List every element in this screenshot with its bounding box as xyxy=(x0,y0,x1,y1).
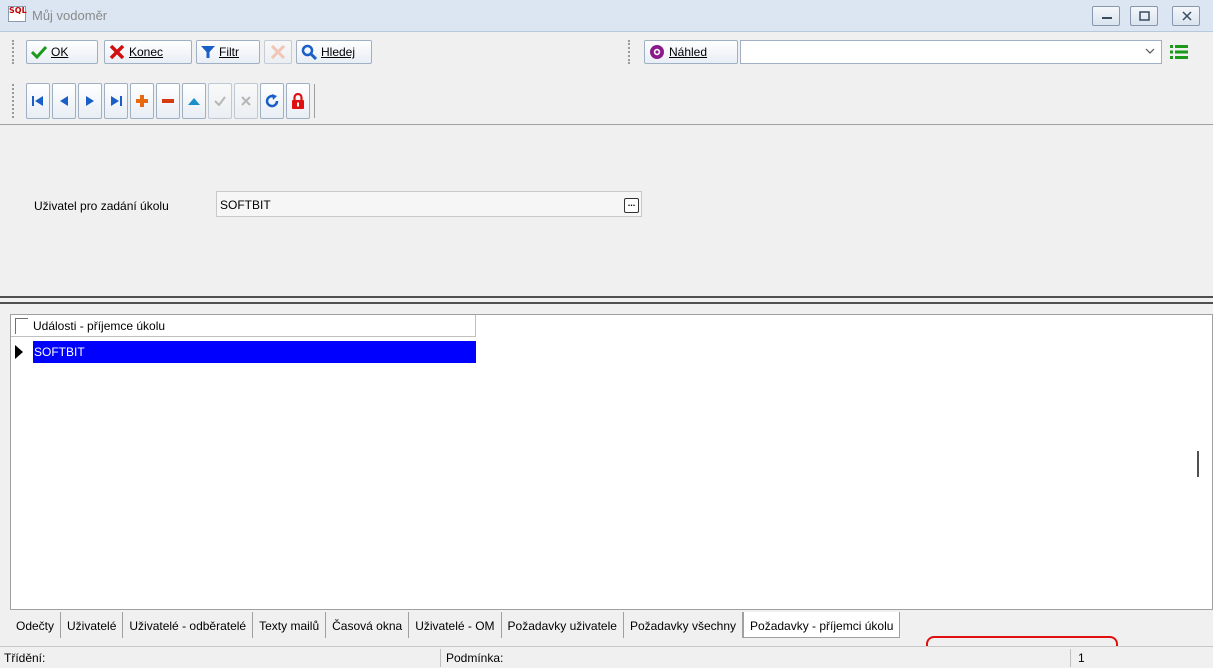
table-row[interactable]: SOFTBIT xyxy=(11,341,476,363)
chevron-down-icon xyxy=(1145,48,1155,54)
status-divider xyxy=(440,649,441,667)
minimize-icon xyxy=(1102,17,1112,19)
user-lookup-button[interactable]: ... xyxy=(624,198,639,213)
column-header-udalosti[interactable]: Události - příjemce úkolu xyxy=(33,319,165,333)
toolbar-separator xyxy=(0,124,1213,125)
filtr-button[interactable]: Filtr xyxy=(196,40,260,64)
status-sort-label: Třídění: xyxy=(4,651,46,665)
cancel-record-button[interactable] xyxy=(234,83,258,119)
window-title: Můj vodoměr xyxy=(32,8,108,23)
close-button[interactable] xyxy=(1172,6,1200,26)
skip-first-icon xyxy=(32,96,43,106)
konec-button-label: Konec xyxy=(129,45,164,59)
check-icon xyxy=(31,45,47,59)
search-icon xyxy=(301,44,317,60)
tab-uzivatele-om[interactable]: Uživatelé - OM xyxy=(409,612,502,638)
grid-header: Události - příjemce úkolu xyxy=(11,315,476,337)
nahled-button[interactable]: Náhled xyxy=(644,40,738,64)
edit-record-button[interactable] xyxy=(182,83,206,119)
next-icon xyxy=(86,96,94,106)
maximize-icon xyxy=(1139,11,1150,21)
navigator-grip[interactable] xyxy=(12,84,16,118)
data-grid[interactable]: Události - příjemce úkolu SOFTBIT xyxy=(10,314,1213,610)
close-x-icon xyxy=(109,45,125,59)
last-record-button[interactable] xyxy=(104,83,128,119)
lock-icon xyxy=(292,93,304,109)
tab-strip: Odečty Uživatelé Uživatelé - odběratelé … xyxy=(10,612,901,644)
user-field-label: Uživatel pro zadání úkolu xyxy=(34,199,169,213)
splitter[interactable] xyxy=(0,296,1213,304)
table-cell[interactable]: SOFTBIT xyxy=(33,341,476,363)
triangle-up-icon xyxy=(188,98,200,105)
tab-uzivatele-odberatele[interactable]: Uživatelé - odběratelé xyxy=(123,612,254,638)
row-indicator-icon xyxy=(15,345,23,359)
lock-button[interactable] xyxy=(286,83,310,119)
filter-icon xyxy=(201,46,215,58)
filtr-button-label: Filtr xyxy=(219,45,239,59)
tab-pozadavky-vsechny[interactable]: Požadavky všechny xyxy=(624,612,744,638)
status-divider xyxy=(1070,649,1071,667)
delete-record-button[interactable] xyxy=(156,83,180,119)
nahled-button-label: Náhled xyxy=(669,45,708,59)
minus-icon xyxy=(162,99,174,103)
vertical-scrollbar[interactable] xyxy=(1197,451,1199,477)
app-logo-icon: SQL xyxy=(8,6,27,22)
refresh-button[interactable] xyxy=(260,83,284,119)
tab-pozadavky-prijemci-ukolu[interactable]: Požadavky - příjemci úkolu xyxy=(743,612,901,638)
user-field-input[interactable]: SOFTBIT xyxy=(216,191,642,217)
refresh-icon xyxy=(265,94,279,108)
skip-last-icon xyxy=(111,96,122,106)
tab-texty-mailu[interactable]: Texty mailů xyxy=(253,612,327,638)
ok-button[interactable]: OK xyxy=(26,40,98,64)
tab-uzivatele[interactable]: Uživatelé xyxy=(61,612,124,638)
maximize-button[interactable] xyxy=(1130,6,1158,26)
status-condition-label: Podmínka: xyxy=(446,651,504,665)
status-bar: Třídění: Podmínka: 1 xyxy=(0,646,1213,668)
tab-pozadavky-uzivatele[interactable]: Požadavky uživatele xyxy=(502,612,624,638)
status-record-count: 1 xyxy=(1078,651,1085,665)
first-record-button[interactable] xyxy=(26,83,50,119)
konec-button[interactable]: Konec xyxy=(104,40,192,64)
tab-odecty[interactable]: Odečty xyxy=(10,612,62,638)
filter-form: Uživatel pro zadání úkolu SOFTBIT ... xyxy=(0,127,1213,295)
prev-icon xyxy=(60,96,68,106)
navigator-divider xyxy=(314,84,315,118)
ok-button-label: OK xyxy=(51,45,69,59)
next-record-button[interactable] xyxy=(78,83,102,119)
toolbar-grip-2[interactable] xyxy=(628,40,632,64)
preview-select[interactable] xyxy=(740,40,1162,64)
clear-filter-button[interactable] xyxy=(264,40,292,64)
hledej-button[interactable]: Hledej xyxy=(296,40,372,64)
minimize-button[interactable] xyxy=(1092,6,1120,26)
eye-icon xyxy=(650,45,664,59)
x-icon xyxy=(241,96,251,106)
list-icon xyxy=(1170,45,1188,59)
clear-filter-icon xyxy=(270,45,286,59)
prev-record-button[interactable] xyxy=(52,83,76,119)
add-record-button[interactable] xyxy=(130,83,154,119)
list-view-button[interactable] xyxy=(1164,40,1194,64)
plus-icon xyxy=(136,95,148,107)
title-bar: SQL Můj vodoměr xyxy=(0,0,1213,32)
hledej-button-label: Hledej xyxy=(321,45,356,59)
header-checkbox[interactable] xyxy=(15,318,28,334)
toolbar-grip[interactable] xyxy=(12,40,16,64)
tab-casova-okna[interactable]: Časová okna xyxy=(326,612,410,638)
close-icon xyxy=(1182,11,1192,21)
post-record-button[interactable] xyxy=(208,83,232,119)
check-icon xyxy=(214,96,226,106)
